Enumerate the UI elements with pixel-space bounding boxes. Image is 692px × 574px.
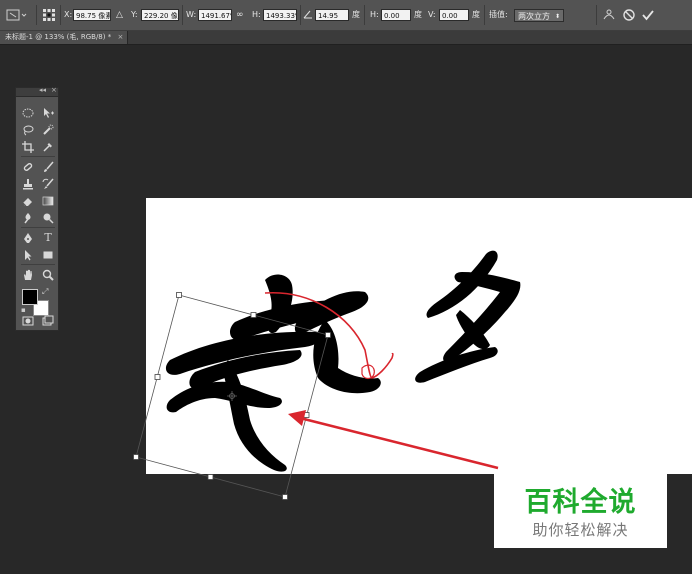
calligraphy-character-left [165,274,381,472]
annotation-arrow [288,410,499,470]
foreground-color-swatch[interactable] [22,289,38,305]
watermark-badge: 百科全说 助你轻松解决 [494,474,667,548]
calligraphy-character-right [415,250,521,383]
watermark-title: 百科全说 [524,487,637,518]
watermark-subtitle: 助你轻松解决 [532,521,629,539]
